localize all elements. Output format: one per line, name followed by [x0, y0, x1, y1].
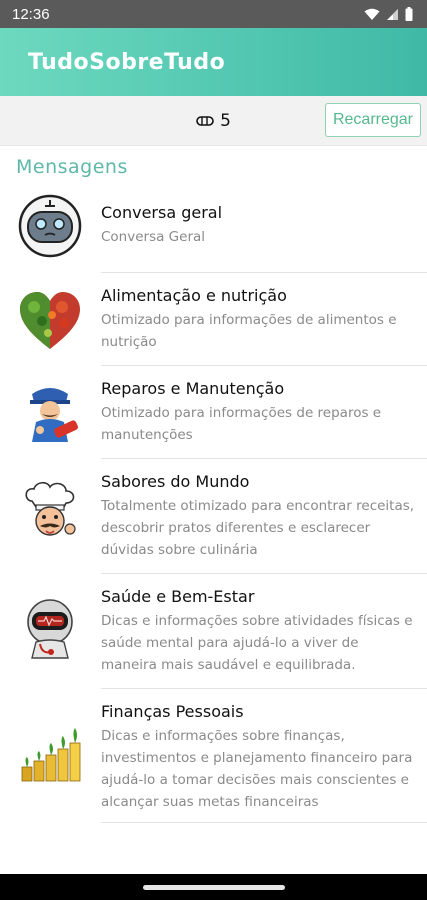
credits-counter: 5: [196, 111, 231, 131]
divider: [101, 822, 427, 823]
chat-title: Saúde e Bem-Estar: [101, 587, 255, 606]
list-item-sabores[interactable]: Sabores do Mundo Totalmente otimizado pa…: [0, 459, 427, 573]
chat-title: Finanças Pessoais: [101, 702, 244, 721]
reload-button[interactable]: Recarregar: [324, 103, 421, 137]
chat-description: Dicas e informações sobre finanças, inve…: [101, 728, 413, 810]
coin-stack-icon: [196, 115, 214, 126]
wifi-icon: [364, 8, 380, 20]
list-item-conversa-geral[interactable]: Conversa geral Conversa Geral: [0, 182, 427, 272]
chat-title: Reparos e Manutenção: [101, 379, 285, 398]
repairman-icon: [30, 388, 79, 442]
status-icons: [364, 7, 413, 21]
chef-icon: [25, 481, 76, 536]
status-time: 12:36: [12, 5, 50, 23]
chat-description: Totalmente otimizado para encontrar rece…: [101, 498, 415, 558]
list-item-alimentacao[interactable]: Alimentação e nutrição Otimizado para in…: [0, 273, 427, 365]
home-gesture-handle[interactable]: [142, 884, 285, 890]
app-title: TudoSobreTudo: [28, 49, 226, 75]
robot-avatar-icon: [18, 194, 82, 258]
chat-title: Alimentação e nutrição: [101, 286, 287, 305]
list-item-saude[interactable]: Saúde e Bem-Estar Dicas e informações so…: [0, 574, 427, 688]
credits-toolbar: 5 Recarregar: [0, 96, 427, 146]
battery-icon: [405, 7, 413, 21]
list-item-financas[interactable]: Finanças Pessoais Dicas e informações so…: [0, 689, 427, 822]
chat-description: Dicas e informações sobre atividades fís…: [101, 613, 413, 673]
credits-count: 5: [220, 110, 231, 131]
chat-description: Otimizado para informações de reparos e …: [101, 405, 382, 443]
status-bar: 12:36: [0, 0, 427, 28]
chat-description: Otimizado para informações de alimentos …: [101, 312, 397, 350]
chat-title: Conversa geral: [101, 203, 223, 222]
chat-description: Conversa Geral: [101, 229, 206, 245]
section-title: Mensagens: [16, 156, 128, 178]
vegetable-heart-icon: [20, 292, 80, 349]
chat-title: Sabores do Mundo: [101, 472, 250, 491]
coins-growth-icon: [21, 728, 81, 782]
health-robot-icon: [27, 599, 73, 659]
app-bar: TudoSobreTudo: [0, 28, 427, 96]
list-item-reparos[interactable]: Reparos e Manutenção Otimizado para info…: [0, 366, 427, 458]
system-nav-bar: [0, 874, 427, 900]
signal-icon: [387, 8, 398, 20]
